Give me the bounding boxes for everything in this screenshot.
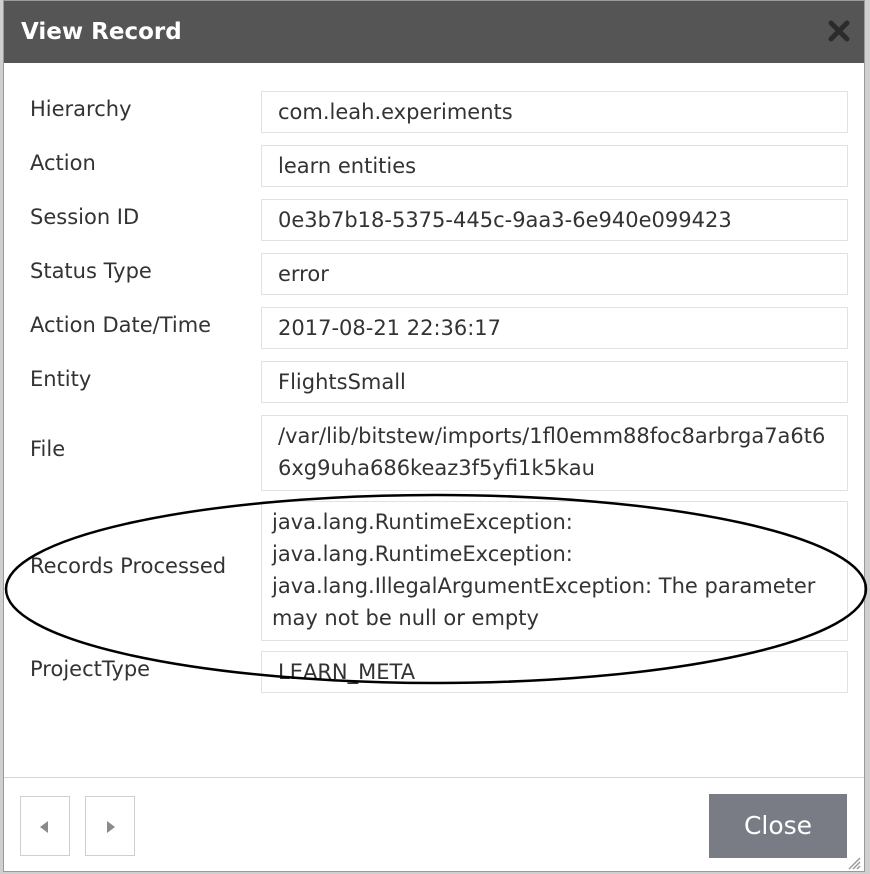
field-value-action: learn entities	[261, 145, 848, 187]
dialog-footer: Close	[4, 777, 864, 873]
field-label-project-type: ProjectType	[30, 657, 151, 681]
field-label-action: Action	[30, 151, 96, 175]
close-button[interactable]: Close	[709, 794, 847, 858]
dialog-title: View Record	[21, 19, 182, 45]
field-value-project-type: LEARN_META	[261, 651, 848, 693]
field-label-records-processed: Records Processed	[30, 554, 227, 578]
next-record-button[interactable]	[85, 796, 135, 856]
field-label-session-id: Session ID	[30, 205, 140, 229]
field-label-hierarchy: Hierarchy	[30, 97, 132, 121]
field-value-file: /var/lib/bitstew/imports/1fl0emm88foc8ar…	[261, 415, 848, 491]
dialog-titlebar: View Record	[4, 1, 864, 63]
view-record-dialog: View Record Hierarchy com.leah.experimen…	[3, 0, 865, 872]
field-label-entity: Entity	[30, 367, 92, 391]
field-value-entity: FlightsSmall	[261, 361, 848, 403]
field-value-session-id: 0e3b7b18-5375-445c-9aa3-6e940e099423	[261, 199, 848, 241]
chevron-left-icon	[40, 821, 48, 833]
field-label-action-datetime: Action Date/Time	[30, 313, 212, 337]
close-icon[interactable]	[826, 18, 852, 44]
field-label-file: File	[30, 437, 66, 461]
field-value-hierarchy: com.leah.experiments	[261, 91, 848, 133]
resize-grip-icon[interactable]	[847, 856, 861, 870]
previous-record-button[interactable]	[20, 796, 70, 856]
field-value-action-datetime: 2017-08-21 22:36:17	[261, 307, 848, 349]
chevron-right-icon	[107, 821, 115, 833]
field-value-records-processed: java.lang.RuntimeException: java.lang.Ru…	[261, 501, 848, 641]
field-value-status-type: error	[261, 253, 848, 295]
field-label-status-type: Status Type	[30, 259, 152, 283]
